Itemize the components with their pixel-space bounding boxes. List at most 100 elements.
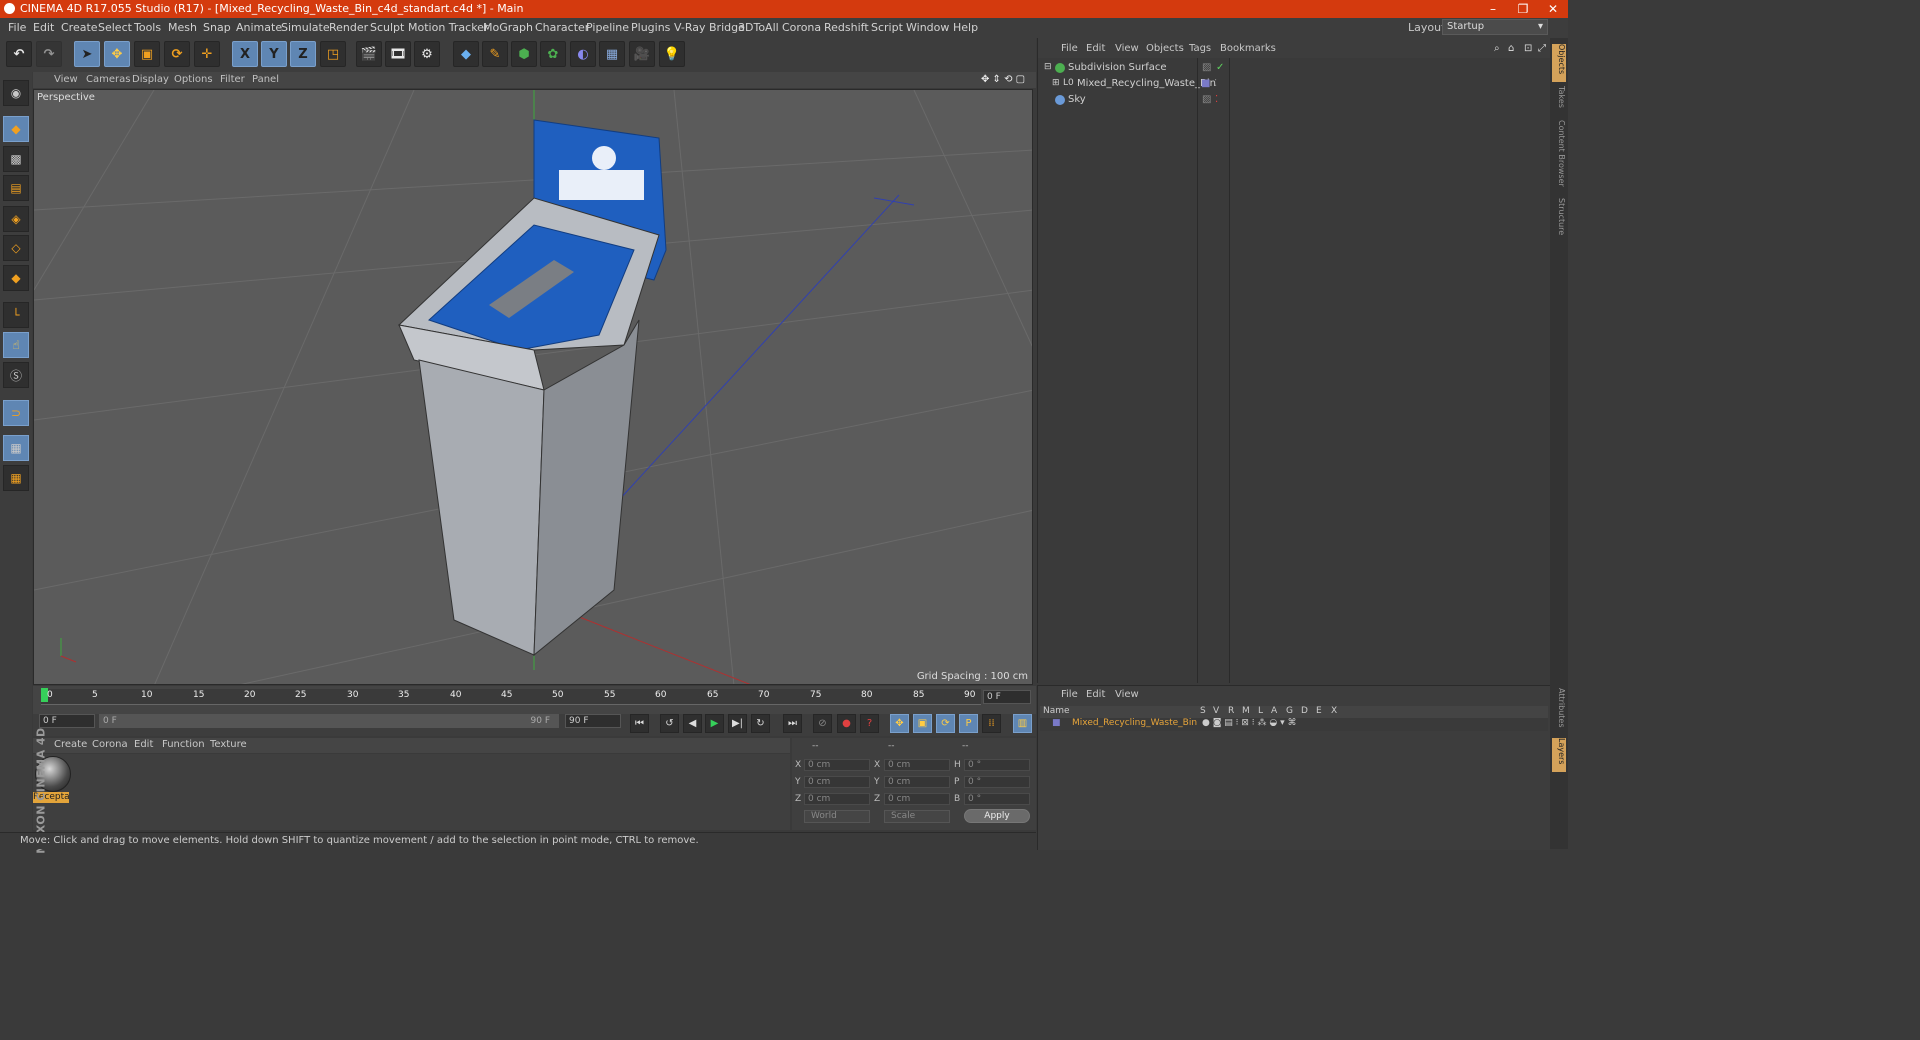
model-mode-icon[interactable]: ◆	[3, 116, 29, 142]
menu-mograph[interactable]: MoGraph	[483, 21, 533, 34]
col-generators[interactable]: G	[1286, 706, 1293, 716]
grid-snap-icon[interactable]: ▦	[3, 465, 29, 491]
lm-menu-edit[interactable]: Edit	[1086, 689, 1105, 700]
light-icon[interactable]: 💡	[659, 41, 685, 67]
object-row-subdivision[interactable]: ⊟ Subdivision Surface ▨ ✓	[1038, 60, 1550, 76]
tab-attributes[interactable]: Attributes	[1552, 688, 1566, 734]
col-manager[interactable]: M	[1242, 706, 1250, 716]
tweak-mode-icon[interactable]: ☝	[3, 332, 29, 358]
menu-mesh[interactable]: Mesh	[168, 21, 197, 34]
move-icon-2[interactable]: ✛	[194, 41, 220, 67]
3d-viewport[interactable]: Perspective Grid Spacing : 100 cm	[33, 89, 1033, 685]
move-icon[interactable]: ✥	[104, 41, 130, 67]
enabled-check-icon[interactable]: ✓	[1216, 62, 1224, 73]
menu-render[interactable]: Render	[329, 21, 368, 34]
om-menu-objects[interactable]: Objects	[1146, 43, 1184, 54]
menu-tools[interactable]: Tools	[134, 21, 161, 34]
render-picture-viewer-icon[interactable]: 🎞	[385, 41, 411, 67]
y-axis-icon[interactable]: Y	[261, 41, 287, 67]
object-row-sky[interactable]: Sky ▨ ⁚	[1038, 92, 1550, 108]
vp-menu-filter[interactable]: Filter	[220, 74, 245, 85]
visibility-dots-icon[interactable]: ⁚	[1214, 78, 1217, 89]
om-menu-edit[interactable]: Edit	[1086, 43, 1105, 54]
timeline-ruler[interactable]: 0 5 10 15 20 25 30 35 40 45 50 55 60 65 …	[33, 686, 1036, 714]
layer-color-icon[interactable]: ■	[1201, 78, 1210, 89]
scale-icon[interactable]: ▣	[134, 41, 160, 67]
vp-menu-cameras[interactable]: Cameras	[86, 74, 130, 85]
om-menu-tags[interactable]: Tags	[1189, 43, 1211, 54]
col-view[interactable]: V	[1213, 706, 1219, 716]
om-menu-bookmarks[interactable]: Bookmarks	[1220, 43, 1276, 54]
edit-tag-icon[interactable]: ▨	[1202, 62, 1211, 73]
key-scale-icon[interactable]: ▣	[913, 714, 932, 733]
play-icon[interactable]: ▶	[705, 714, 724, 733]
axis-mode-icon[interactable]: └	[3, 302, 29, 328]
render-view-icon[interactable]: 🎬	[356, 41, 382, 67]
key-rotate-icon[interactable]: ⟳	[936, 714, 955, 733]
restore-button[interactable]: ❐	[1508, 0, 1538, 18]
menu-snap[interactable]: Snap	[203, 21, 231, 34]
array-icon[interactable]: ✿	[540, 41, 566, 67]
deformer-icon[interactable]: ◐	[570, 41, 596, 67]
mat-menu-create[interactable]: Create	[54, 739, 87, 750]
mat-menu-function[interactable]: Function	[162, 739, 205, 750]
mat-menu-edit[interactable]: Edit	[134, 739, 153, 750]
step-forward-icon[interactable]: ▶|	[728, 714, 747, 733]
key-pla-icon[interactable]: ⁞⁞	[982, 714, 1001, 733]
key-move-icon[interactable]: ✥	[890, 714, 909, 733]
position-y-field[interactable]: 0 cm	[804, 776, 870, 788]
menu-corona[interactable]: Corona	[782, 21, 821, 34]
collapse-icon[interactable]: ⊟	[1044, 62, 1052, 72]
edit-tag-icon[interactable]: ▨	[1202, 94, 1211, 105]
menu-help[interactable]: Help	[953, 21, 978, 34]
col-locked[interactable]: L	[1258, 706, 1263, 716]
magnet-icon[interactable]: ⊃	[3, 400, 29, 426]
mat-menu-texture[interactable]: Texture	[210, 739, 247, 750]
size-y-field[interactable]: 0 cm	[884, 776, 950, 788]
coord-system-icon[interactable]: ◳	[320, 41, 346, 67]
rotation-b-field[interactable]: 0 °	[964, 793, 1030, 805]
size-x-field[interactable]: 0 cm	[884, 759, 950, 771]
home-icon[interactable]: ⌂	[1508, 43, 1514, 54]
edges-mode-icon[interactable]: ◇	[3, 235, 29, 261]
col-expressions[interactable]: E	[1316, 706, 1322, 716]
x-axis-icon[interactable]: X	[232, 41, 258, 67]
select-icon[interactable]: ➤	[74, 41, 100, 67]
start-frame-field[interactable]: 0 F	[39, 714, 95, 728]
go-to-end-icon[interactable]: ⏭	[783, 714, 802, 733]
vp-menu-panel[interactable]: Panel	[252, 74, 279, 85]
expand-icon[interactable]: ⊞	[1052, 78, 1060, 88]
layer-row[interactable]: ■ Mixed_Recycling_Waste_Bin ● ◙ ▤ ⁝ ⊠ ⁝ …	[1040, 718, 1548, 731]
menu-simulate[interactable]: Simulate	[281, 21, 330, 34]
menu-window[interactable]: Window	[906, 21, 949, 34]
position-z-field[interactable]: 0 cm	[804, 793, 870, 805]
minimize-button[interactable]: –	[1478, 0, 1508, 18]
menu-motion-tracker[interactable]: Motion Tracker	[408, 21, 488, 34]
mat-menu-corona[interactable]: Corona	[92, 739, 128, 750]
menu-vray-bridge[interactable]: V-Ray Bridge	[674, 21, 745, 34]
cube-icon[interactable]: ◆	[453, 41, 479, 67]
menu-script[interactable]: Script	[871, 21, 903, 34]
menu-edit[interactable]: Edit	[33, 21, 54, 34]
layer-toggle-icons[interactable]: ● ◙ ▤ ⁝ ⊠ ⁝ ⁂ ◒ ▾ ⌘	[1202, 718, 1296, 728]
visibility-dots-icon[interactable]: ⁚	[1215, 94, 1218, 105]
key-param-icon[interactable]: P	[959, 714, 978, 733]
rotation-h-field[interactable]: 0 °	[964, 759, 1030, 771]
record-active-icon[interactable]: ●	[837, 714, 856, 733]
step-back-icon[interactable]: ◀	[683, 714, 702, 733]
col-name[interactable]: Name	[1043, 706, 1070, 716]
col-render[interactable]: R	[1228, 706, 1234, 716]
apply-button[interactable]: Apply	[964, 809, 1030, 823]
snap-icon[interactable]: Ⓢ	[3, 362, 29, 388]
column-divider[interactable]	[1229, 58, 1230, 683]
go-to-next-key-icon[interactable]: ↻	[751, 714, 770, 733]
lm-menu-view[interactable]: View	[1115, 689, 1139, 700]
frame-range-slider[interactable]: 0 F 90 F	[99, 714, 559, 728]
sculpt-mode-icon[interactable]: ◉	[3, 80, 29, 106]
column-divider[interactable]	[1197, 58, 1198, 683]
om-menu-file[interactable]: File	[1061, 43, 1078, 54]
layout-dropdown[interactable]: Startup ▾	[1442, 19, 1548, 35]
timeline-window-icon[interactable]: ▥	[1013, 714, 1032, 733]
col-xref[interactable]: X	[1331, 706, 1337, 716]
vp-menu-display[interactable]: Display	[132, 74, 169, 85]
